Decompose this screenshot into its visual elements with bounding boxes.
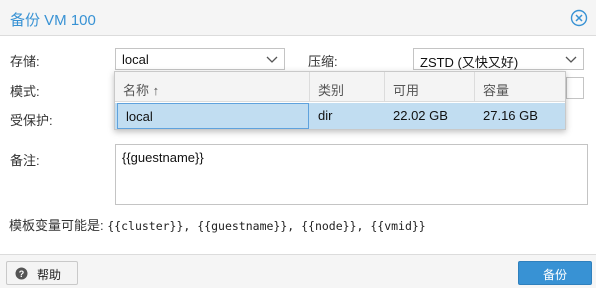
storage-row-capacity-cell: 27.16 GB [475,103,565,129]
svg-text:?: ? [19,269,25,279]
close-icon[interactable] [570,9,588,27]
protected-label: 受保护: [10,113,53,128]
chevron-down-icon[interactable] [266,54,278,64]
template-vars-value: {{cluster}}, {{guestname}}, {{node}}, {{… [107,219,426,233]
backup-button[interactable]: 备份 [518,261,592,285]
notes-textarea[interactable]: {{guestname}} [115,144,588,205]
template-vars-label: 模板变量可能是: [9,218,104,233]
help-button-label: 帮助 [37,268,62,282]
dialog-footer: ? 帮助 备份 [0,254,596,288]
column-header-name-label: 名称 ↑ [123,83,160,98]
notes-label: 备注: [10,153,40,168]
column-header-type-label: 类别 [318,83,345,98]
column-header-available[interactable]: 可用 [385,72,475,102]
storage-dropdown-header: 名称 ↑ 类别 可用 容量 [115,72,565,102]
question-circle-icon: ? [15,267,28,280]
storage-select[interactable]: local [115,48,285,70]
column-header-capacity-label: 容量 [483,83,510,98]
storage-label: 存储: [10,54,40,69]
chevron-down-icon[interactable] [565,54,577,64]
storage-row[interactable]: local dir 22.02 GB 27.16 GB [115,103,565,129]
backup-button-label: 备份 [542,268,567,282]
help-button[interactable]: ? 帮助 [6,261,78,285]
storage-row-type: dir [318,108,333,123]
storage-select-value: local [122,52,149,67]
dialog-title: 备份 VM 100 [10,12,96,29]
storage-row-capacity: 27.16 GB [483,108,538,123]
dialog-titlebar: 备份 VM 100 [0,0,596,36]
compression-select-value: ZSTD (又快又好) [420,55,519,70]
storage-row-type-cell: dir [310,103,385,129]
column-header-type[interactable]: 类别 [310,72,385,102]
mode-select-partial[interactable] [566,77,584,99]
storage-row-available: 22.02 GB [393,108,448,123]
column-header-capacity[interactable]: 容量 [475,72,565,102]
storage-row-name-cell: local [117,103,309,129]
template-vars-line: 模板变量可能是: {{cluster}}, {{guestname}}, {{n… [9,215,426,234]
column-header-available-label: 可用 [393,83,420,98]
compression-label: 压缩: [308,54,338,69]
storage-dropdown: 名称 ↑ 类别 可用 容量 local dir 22.02 GB 27.16 G… [114,71,566,130]
column-header-name[interactable]: 名称 ↑ [115,72,310,102]
storage-row-available-cell: 22.02 GB [385,103,475,129]
compression-select[interactable]: ZSTD (又快又好) [413,48,584,70]
mode-label: 模式: [10,84,40,99]
storage-row-name: local [126,109,153,124]
notes-value: {{guestname}} [122,150,204,165]
